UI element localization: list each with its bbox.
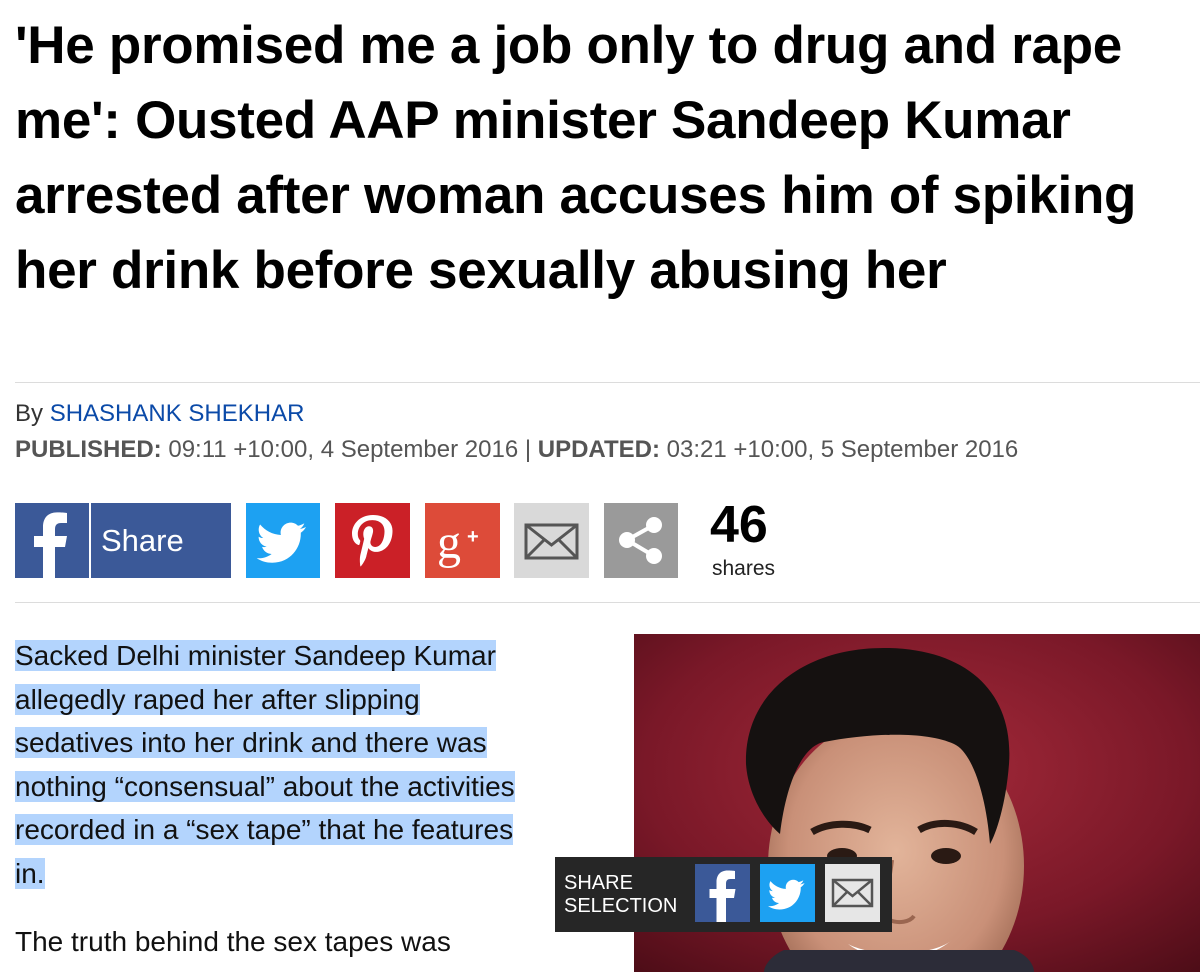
share-selection-facebook-button[interactable] — [695, 864, 750, 922]
updated-label: UPDATED: — [537, 436, 660, 463]
email-share-button[interactable] — [514, 503, 589, 578]
email-icon — [831, 878, 874, 908]
twitter-icon — [256, 522, 306, 563]
selected-text-line: sedatives into her drink and there was — [15, 727, 487, 758]
share-count-label: shares — [712, 557, 776, 580]
google-plus-share-button[interactable]: g + — [425, 503, 500, 578]
updated-value: 03:21 +10:00, 5 September 2016 — [659, 436, 1019, 463]
more-share-button[interactable] — [604, 503, 678, 578]
published-label: PUBLISHED: — [15, 436, 162, 463]
facebook-share-button[interactable]: Share — [15, 503, 231, 578]
byline: By SHASHANK SHEKHAR — [15, 400, 304, 428]
google-plus-icon: g + — [437, 516, 479, 569]
share-selection-email-button[interactable] — [825, 864, 880, 922]
published-value: 09:11 +10:00, 4 September 2016 | — [161, 436, 538, 463]
svg-text:g: g — [437, 516, 461, 569]
share-icon — [619, 517, 662, 564]
pinterest-icon — [352, 515, 393, 567]
publish-dates: PUBLISHED: 09:11 +10:00, 4 September 201… — [15, 436, 1018, 464]
divider — [15, 382, 1200, 383]
twitter-share-button[interactable] — [246, 503, 320, 578]
divider — [15, 602, 1200, 603]
share-selection-label-line2: SELECTION — [564, 895, 678, 917]
svg-text:+: + — [467, 526, 479, 548]
selected-text-line: recorded in a “sex tape” that he feature… — [15, 814, 514, 845]
selected-text-line: Sacked Delhi minister Sandeep Kumar — [15, 640, 496, 671]
share-selection-popup: SHARE SELECTION — [555, 857, 892, 932]
share-selection-twitter-button[interactable] — [760, 864, 815, 922]
article-paragraph: The truth behind the sex tapes was — [15, 926, 451, 957]
byline-prefix: By — [15, 400, 50, 427]
email-icon — [524, 523, 579, 560]
facebook-share-label: Share — [101, 523, 184, 558]
twitter-icon — [767, 879, 805, 910]
selected-text-line: nothing “consensual” about the activitie… — [15, 770, 515, 802]
share-count: 46 — [710, 496, 768, 554]
facebook-icon — [15, 503, 91, 578]
share-selection-label-line1: SHARE — [564, 872, 633, 894]
article-lead-paragraph: Sacked Delhi minister Sandeep Kumar alle… — [15, 634, 615, 895]
selected-text-line: allegedly raped her after slipping — [15, 683, 420, 715]
author-link[interactable]: SHASHANK SHEKHAR — [50, 400, 305, 427]
pinterest-share-button[interactable] — [335, 503, 410, 578]
article-headline: 'He promised me a job only to drug and r… — [15, 16, 1137, 300]
share-selection-label: SHARE SELECTION — [564, 872, 677, 918]
facebook-icon — [709, 870, 736, 922]
selected-text-line: in. — [15, 857, 45, 889]
